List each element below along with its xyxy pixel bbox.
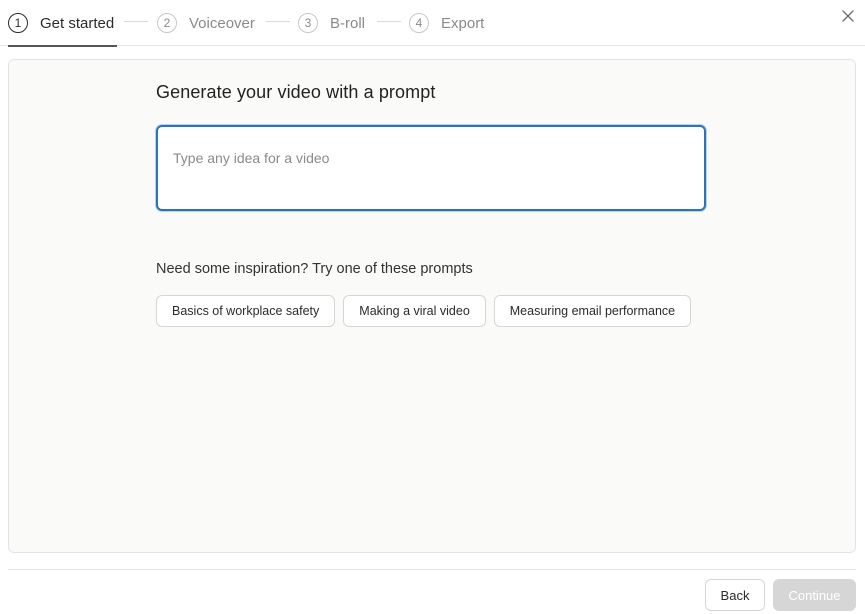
close-button[interactable] bbox=[839, 7, 857, 25]
step-connector bbox=[266, 21, 290, 22]
step-connector bbox=[124, 21, 148, 22]
step-number: 4 bbox=[409, 13, 429, 33]
step-voiceover[interactable]: 2 Voiceover bbox=[157, 0, 255, 46]
step-number: 2 bbox=[157, 13, 177, 33]
step-b-roll[interactable]: 3 B-roll bbox=[298, 0, 365, 46]
step-label: Export bbox=[441, 14, 485, 32]
step-connector bbox=[377, 21, 401, 22]
suggestion-email-performance[interactable]: Measuring email performance bbox=[493, 295, 692, 327]
prompt-input[interactable] bbox=[158, 127, 704, 209]
step-export[interactable]: 4 Export bbox=[409, 0, 484, 46]
inspiration-label: Need some inspiration? Try one of these … bbox=[156, 261, 473, 277]
main-panel: Generate your video with a prompt Need s… bbox=[8, 59, 856, 553]
suggestion-viral-video[interactable]: Making a viral video bbox=[343, 295, 486, 327]
video-wizard: 1 Get started 2 Voiceover 3 B-roll 4 Exp… bbox=[0, 0, 865, 614]
step-number: 1 bbox=[8, 13, 28, 33]
continue-button[interactable]: Continue bbox=[773, 579, 856, 611]
suggestion-workplace-safety[interactable]: Basics of workplace safety bbox=[156, 295, 336, 327]
step-get-started[interactable]: 1 Get started bbox=[8, 0, 118, 47]
step-label: Voiceover bbox=[189, 14, 255, 32]
step-label: B-roll bbox=[330, 14, 366, 32]
step-number: 3 bbox=[298, 13, 318, 33]
wizard-stepper: 1 Get started 2 Voiceover 3 B-roll 4 Exp… bbox=[0, 0, 865, 47]
footer-divider bbox=[8, 569, 856, 570]
close-icon bbox=[842, 10, 854, 22]
back-button[interactable]: Back bbox=[705, 579, 765, 611]
suggestion-list: Basics of workplace safety Making a vira… bbox=[156, 295, 692, 327]
prompt-box bbox=[156, 125, 706, 211]
prompt-section: Generate your video with a prompt Need s… bbox=[156, 82, 716, 327]
page-title: Generate your video with a prompt bbox=[156, 82, 436, 102]
step-label: Get started bbox=[40, 14, 115, 32]
